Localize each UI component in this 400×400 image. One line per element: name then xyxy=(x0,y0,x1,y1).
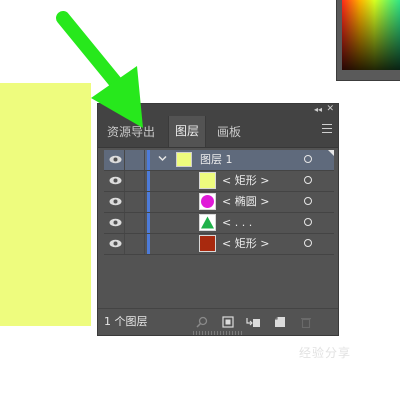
layer-thumbnail xyxy=(176,152,192,167)
selection-indicator-icon xyxy=(328,150,334,156)
layer-color-bar xyxy=(147,234,150,254)
layer-name: < 矩形 > xyxy=(222,174,270,187)
tab-artboards[interactable]: 画板 xyxy=(217,123,241,141)
divider xyxy=(124,192,125,212)
layer-name: < 椭圆 > xyxy=(222,195,270,208)
rectangle-thumbnail xyxy=(199,235,216,252)
rectangle-thumbnail xyxy=(199,172,216,189)
target-circle-icon[interactable] xyxy=(304,176,312,184)
triangle-thumbnail xyxy=(199,214,216,231)
ellipse-thumbnail xyxy=(199,193,216,210)
layer-color-bar xyxy=(147,192,150,212)
make-clipping-mask-icon[interactable] xyxy=(222,316,234,328)
panel-footer: 1 个图层 xyxy=(98,308,338,335)
eye-icon[interactable] xyxy=(109,218,122,227)
eye-icon[interactable] xyxy=(109,239,122,248)
close-panel-icon[interactable]: ✕ xyxy=(326,104,334,115)
ellipse-icon xyxy=(201,195,214,208)
divider xyxy=(124,150,125,170)
layer-row[interactable]: 图层 1 xyxy=(104,150,334,171)
divider xyxy=(124,234,125,254)
divider xyxy=(144,234,145,254)
delete-icon[interactable] xyxy=(300,316,312,328)
watermark-text: 经验分享 xyxy=(299,346,352,360)
divider xyxy=(124,213,125,233)
layer-row[interactable]: < 椭圆 > xyxy=(104,192,334,213)
layer-row[interactable]: < 矩形 > xyxy=(104,171,334,192)
layer-row[interactable]: < . . . xyxy=(104,213,334,234)
panel-menu-icon[interactable] xyxy=(322,124,332,133)
divider xyxy=(144,213,145,233)
divider xyxy=(144,171,145,191)
layer-count-label: 1 个图层 xyxy=(104,315,148,328)
color-spectrum-picker[interactable] xyxy=(336,0,400,81)
triangle-icon xyxy=(201,216,214,229)
chevron-down-icon[interactable] xyxy=(158,154,167,163)
target-circle-icon[interactable] xyxy=(304,155,312,163)
layers-panel: ◂◂ ✕ 资源导出 图层 画板 图层 1 < 矩形 > < 椭圆 > < . .… xyxy=(97,103,339,336)
layer-color-bar xyxy=(147,171,150,191)
layer-color-bar xyxy=(147,150,150,170)
create-sublayer-icon[interactable] xyxy=(246,316,261,328)
layer-name: < 矩形 > xyxy=(222,237,270,250)
target-circle-icon[interactable] xyxy=(304,197,312,205)
collapse-panel-icon[interactable]: ◂◂ xyxy=(314,105,322,115)
color-spectrum[interactable] xyxy=(342,0,400,70)
tab-layers[interactable]: 图层 xyxy=(168,116,207,147)
resize-grip[interactable] xyxy=(193,331,243,335)
green-arrow-annotation xyxy=(56,11,143,128)
eye-icon[interactable] xyxy=(109,176,122,185)
target-circle-icon[interactable] xyxy=(304,218,312,226)
divider xyxy=(144,150,145,170)
eye-icon[interactable] xyxy=(109,155,122,164)
eye-icon[interactable] xyxy=(109,197,122,206)
divider xyxy=(144,192,145,212)
layer-row[interactable]: < 矩形 > xyxy=(104,234,334,255)
layer-name: 图层 1 xyxy=(200,153,233,166)
search-icon[interactable] xyxy=(196,316,208,328)
layer-color-bar xyxy=(147,213,150,233)
layer-name: < . . . xyxy=(222,216,253,229)
layers-list: 图层 1 < 矩形 > < 椭圆 > < . . . < 矩形 > xyxy=(104,150,334,255)
target-circle-icon[interactable] xyxy=(304,239,312,247)
divider xyxy=(124,171,125,191)
create-new-layer-icon[interactable] xyxy=(274,316,286,328)
